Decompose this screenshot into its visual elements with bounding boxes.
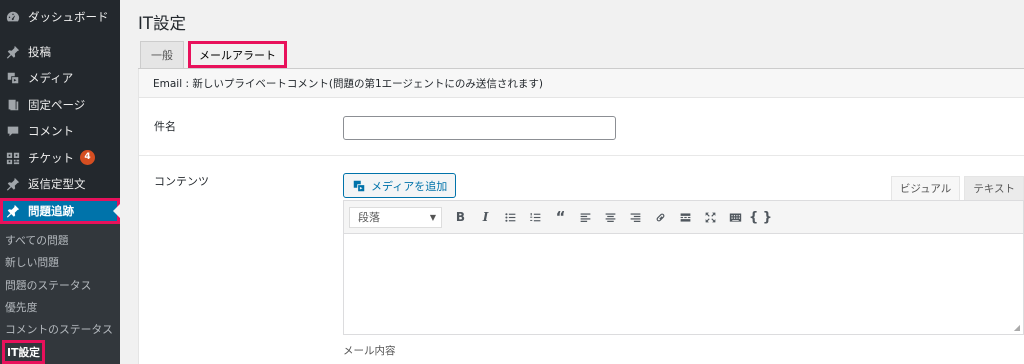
email-section-heading: Email : 新しいプライベートコメント(問題の第1エージェントにのみ送信され… — [139, 69, 1024, 98]
code-button[interactable]: { } — [748, 206, 773, 228]
bold-button[interactable]: B — [448, 206, 473, 228]
sidebar-item-media[interactable]: メディア — [0, 65, 120, 92]
sidebar-item-label: 固定ページ — [28, 97, 86, 112]
format-select-value: 段落 — [358, 211, 380, 224]
align-right-button[interactable] — [623, 206, 648, 228]
sidebar-item-label: 問題追跡 — [28, 203, 74, 218]
submenu-it-settings[interactable]: IT設定 — [0, 339, 120, 364]
tab-mail-alert[interactable]: メールアラート — [188, 41, 287, 68]
sidebar-item-label: チケット — [28, 150, 74, 165]
ticket-count-badge: 4 — [80, 150, 95, 166]
toolbar-toggle-button[interactable] — [723, 206, 748, 228]
link-icon — [656, 213, 665, 221]
align-center-icon — [605, 212, 616, 222]
add-media-label: メディアを追加 — [371, 179, 448, 193]
bullet-list-icon — [505, 212, 516, 222]
sidebar-item-tickets[interactable]: チケット 4 — [0, 145, 120, 172]
sidebar-item-label: コメント — [28, 124, 74, 139]
numbered-list-button[interactable] — [523, 206, 548, 228]
content-editor: 段落 ▼ B I “ { } ◢ — [343, 200, 1024, 335]
read-more-button[interactable] — [673, 206, 698, 228]
submenu-issue-status[interactable]: 問題のステータス — [0, 274, 120, 296]
pin-icon — [6, 45, 20, 59]
align-left-icon — [580, 212, 591, 222]
sidebar-item-comments[interactable]: コメント — [0, 118, 120, 145]
editor-body[interactable] — [344, 234, 1023, 334]
sidebar-item-label: メディア — [28, 71, 74, 86]
sidebar-item-label: 投稿 — [28, 44, 51, 59]
fullscreen-icon — [705, 212, 716, 222]
keyboard-icon — [729, 212, 742, 222]
dashboard-icon — [6, 10, 20, 24]
subject-input[interactable] — [343, 116, 616, 140]
admin-sidebar: ダッシュボード 投稿 メディア 固定ページ コメント チケット 4 返信定型文 … — [0, 0, 120, 364]
settings-tabs: 一般 メールアラート — [140, 41, 291, 68]
media-icon — [6, 71, 20, 85]
fullscreen-button[interactable] — [698, 206, 723, 228]
submenu-priority[interactable]: 優先度 — [0, 296, 120, 318]
sidebar-item-label: 返信定型文 — [28, 177, 86, 192]
media-icon — [353, 180, 365, 191]
pages-icon — [6, 98, 20, 112]
align-center-button[interactable] — [598, 206, 623, 228]
issue-tracking-submenu: すべての問題 新しい問題 問題のステータス 優先度 コメントのステータス IT設… — [0, 224, 120, 364]
page-title: IT設定 — [138, 14, 186, 33]
submenu-new-issue[interactable]: 新しい問題 — [0, 251, 120, 273]
editor-mode-tabs: ビジュアル テキスト — [887, 176, 1024, 200]
sidebar-item-issue-tracking[interactable]: 問題追跡 — [0, 197, 120, 224]
ticket-icon — [6, 151, 20, 165]
editor-description: メール内容 — [343, 345, 396, 357]
sidebar-item-canned-responses[interactable]: 返信定型文 — [0, 171, 120, 198]
content-label: コンテンツ — [154, 175, 209, 188]
tab-visual[interactable]: ビジュアル — [890, 176, 961, 200]
format-select[interactable]: 段落 ▼ — [349, 206, 442, 228]
sidebar-item-pages[interactable]: 固定ページ — [0, 92, 120, 119]
subject-row: 件名 — [139, 99, 1024, 156]
read-more-icon — [680, 212, 691, 222]
editor-toolbar: 段落 ▼ B I “ { } — [344, 201, 1023, 234]
numbered-list-icon — [530, 212, 541, 221]
tab-text[interactable]: テキスト — [964, 176, 1024, 200]
subject-label: 件名 — [154, 120, 176, 133]
align-right-icon — [630, 212, 641, 222]
comment-icon — [6, 124, 20, 138]
blockquote-button[interactable]: “ — [548, 206, 573, 228]
resize-handle-icon[interactable]: ◢ — [1014, 323, 1020, 332]
sidebar-item-posts[interactable]: 投稿 — [0, 39, 120, 66]
main-content: IT設定 一般 メールアラート Email : 新しいプライベートコメント(問題… — [120, 0, 1024, 364]
settings-panel: Email : 新しいプライベートコメント(問題の第1エージェントにのみ送信され… — [138, 69, 1024, 364]
sidebar-item-dashboard[interactable]: ダッシュボード — [0, 4, 120, 31]
italic-button[interactable]: I — [473, 206, 498, 228]
submenu-all-issues[interactable]: すべての問題 — [0, 229, 120, 251]
insert-link-button[interactable] — [648, 206, 673, 228]
add-media-button[interactable]: メディアを追加 — [343, 173, 457, 198]
bullet-list-button[interactable] — [498, 206, 523, 228]
sidebar-item-label: ダッシュボード — [28, 10, 109, 25]
pin-icon — [6, 204, 20, 218]
tab-general[interactable]: 一般 — [140, 41, 184, 68]
chevron-down-icon: ▼ — [429, 212, 436, 222]
pin-icon — [6, 177, 20, 191]
submenu-comment-status[interactable]: コメントのステータス — [0, 318, 120, 340]
align-left-button[interactable] — [573, 206, 598, 228]
